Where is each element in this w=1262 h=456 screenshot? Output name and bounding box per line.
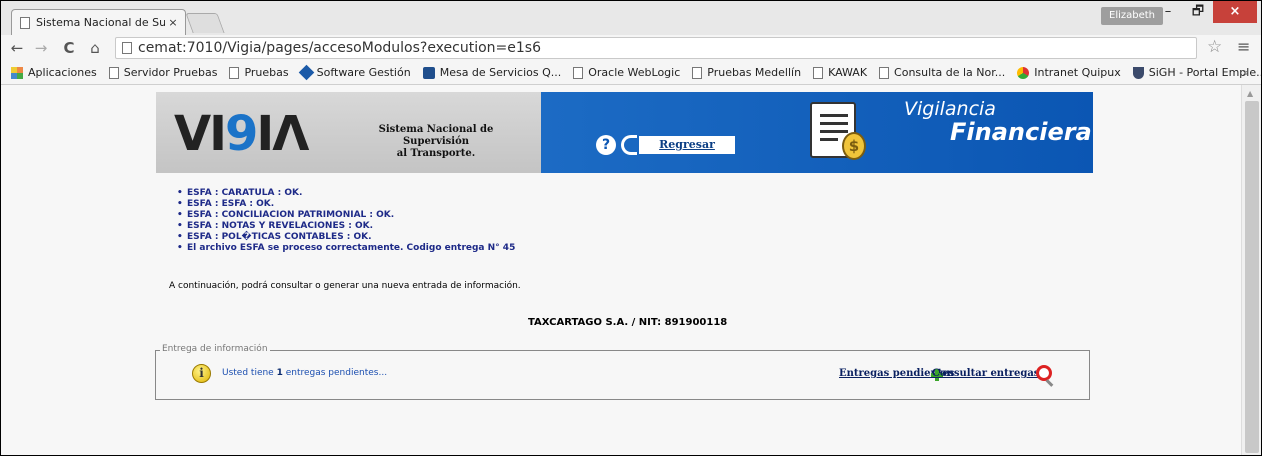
page-icon <box>813 66 824 79</box>
module-title-line2: Financiera <box>950 118 1092 146</box>
banner-logo-area: VI9IΛ Sistema Nacional de Supervisión al… <box>156 92 541 173</box>
close-window-icon[interactable]: × <box>1213 1 1257 23</box>
page-icon <box>122 42 132 54</box>
scroll-up-icon[interactable]: ▲ <box>1247 89 1253 98</box>
vigia-logo: VI9IΛ <box>174 106 309 162</box>
bookmarks-more-button[interactable]: » <box>1242 61 1249 85</box>
tab-close-icon[interactable]: × <box>165 16 181 29</box>
message-item: ESFA : POL�TICAS CONTABLES : OK. <box>177 232 515 243</box>
minimize-icon[interactable]: – <box>1153 1 1183 23</box>
reload-icon[interactable]: C <box>59 38 79 58</box>
bookmark-software-gestion[interactable]: Software Gestión <box>298 64 411 81</box>
bookmark-star-icon[interactable]: ☆ <box>1207 37 1222 57</box>
address-bar[interactable] <box>115 37 1197 59</box>
forward-icon[interactable]: → <box>31 38 51 58</box>
tab-strip: Sistema Nacional de Supe × Elizabeth – 🗗… <box>1 1 1261 35</box>
bookmark-pruebas-medellin[interactable]: Pruebas Medellín <box>692 66 801 79</box>
message-item: ESFA : ESFA : OK. <box>177 199 515 210</box>
bookmark-servidor-pruebas[interactable]: Servidor Pruebas <box>108 66 217 79</box>
tab-title: Sistema Nacional de Supe <box>36 16 165 29</box>
bookmark-mesa-servicios[interactable]: Mesa de Servicios Q... <box>422 66 561 79</box>
page-icon <box>692 66 703 79</box>
browser-tab[interactable]: Sistema Nacional de Supe × <box>11 9 186 35</box>
fieldset-legend: Entrega de información <box>160 344 270 354</box>
message-item: El archivo ESFA se proceso correctamente… <box>177 243 515 254</box>
search-icon[interactable] <box>1036 365 1052 381</box>
page-icon <box>573 66 584 79</box>
intro-text: A continuación, podrá consultar o genera… <box>169 281 521 291</box>
return-icon[interactable] <box>621 135 637 155</box>
financial-document-icon: $ <box>810 102 866 160</box>
browser-window: Sistema Nacional de Supe × Elizabeth – 🗗… <box>0 0 1262 456</box>
page-icon <box>229 66 240 79</box>
shield-icon <box>1132 66 1144 79</box>
header-banner: VI9IΛ Sistema Nacional de Supervisión al… <box>156 92 1093 173</box>
bookmark-kawak[interactable]: KAWAK <box>813 66 867 79</box>
bookmark-pruebas[interactable]: Pruebas <box>229 66 289 79</box>
system-name: Sistema Nacional de Supervisión al Trans… <box>378 124 494 159</box>
bookmark-consulta-norma[interactable]: Consulta de la Nor... <box>879 66 1005 79</box>
validation-messages: ESFA : CARATULA : OK. ESFA : ESFA : OK. … <box>177 188 515 254</box>
bookmarks-bar: Aplicaciones Servidor Pruebas Pruebas So… <box>1 61 1261 85</box>
company-info: TAXCARTAGO S.A. / NIT: 891900118 <box>528 317 728 328</box>
consultar-entregas-link[interactable]: Consultar entregas <box>932 368 1039 379</box>
bookmark-aplicaciones[interactable]: Aplicaciones <box>11 66 97 79</box>
page-icon <box>108 66 119 79</box>
back-icon[interactable]: ← <box>7 38 27 58</box>
help-icon[interactable]: ? <box>596 135 616 155</box>
home-icon[interactable]: ⌂ <box>85 38 105 58</box>
page-icon <box>879 66 890 79</box>
apps-icon <box>11 66 23 79</box>
message-item: ESFA : NOTAS Y REVELACIONES : OK. <box>177 221 515 232</box>
browser-toolbar: ← → C ⌂ ☆ ≡ <box>1 35 1261 61</box>
new-tab-button[interactable] <box>185 13 225 33</box>
message-item: ESFA : CARATULA : OK. <box>177 188 515 199</box>
entrega-fieldset: Entrega de información i Usted tiene 1 e… <box>155 344 1090 400</box>
message-item: ESFA : CONCILIACION PATRIMONIAL : OK. <box>177 210 515 221</box>
page-icon <box>20 16 30 29</box>
mesa-icon <box>422 66 435 79</box>
url-input[interactable] <box>138 40 1159 56</box>
diamond-icon <box>298 64 314 81</box>
banner-blue-area: ? Regresar $ Vigilancia Financiera <box>541 92 1093 173</box>
vertical-scrollbar[interactable]: ▲ <box>1241 85 1261 455</box>
coin-icon: $ <box>842 132 866 160</box>
pending-message: Usted tiene 1 entregas pendientes... <box>222 368 388 378</box>
module-title-line1: Vigilancia <box>904 98 996 120</box>
bookmark-oracle-weblogic[interactable]: Oracle WebLogic <box>573 66 680 79</box>
menu-icon[interactable]: ≡ <box>1237 37 1250 56</box>
scrollbar-thumb[interactable] <box>1245 101 1259 453</box>
regresar-link[interactable]: Regresar <box>639 136 735 154</box>
restore-icon[interactable]: 🗗 <box>1183 1 1213 23</box>
chrome-icon <box>1017 66 1030 79</box>
bookmark-intranet-quipux[interactable]: Intranet Quipux <box>1017 66 1121 79</box>
info-icon: i <box>192 364 211 383</box>
